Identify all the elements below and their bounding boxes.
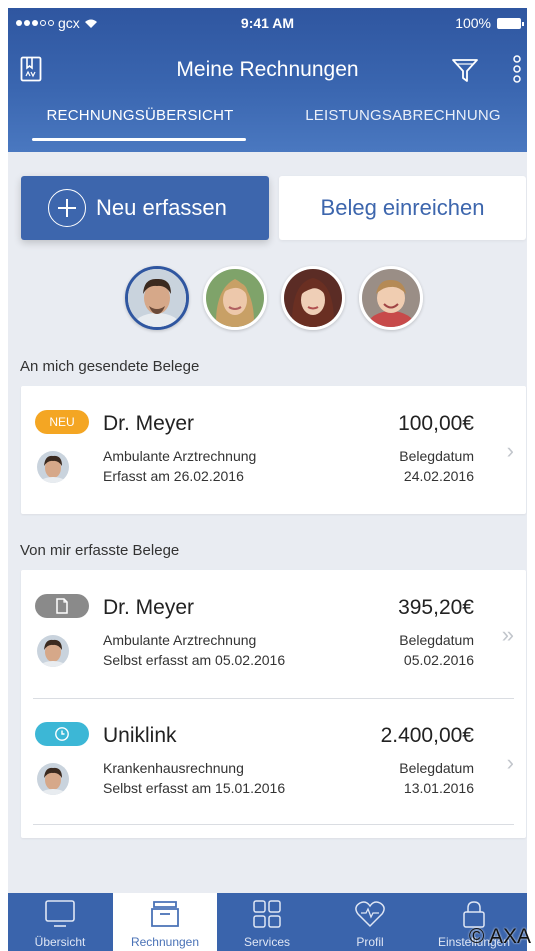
tab-leistungsabrechnung[interactable]: LEISTUNGSABRECHNUNG: [288, 104, 518, 152]
battery-icon: [497, 17, 524, 29]
entry-captured-date: Erfasst am 26.02.2016: [103, 468, 244, 484]
more-icon[interactable]: [511, 54, 523, 84]
tab-rechnungsuebersicht[interactable]: RECHNUNGSÜBERSICHT: [22, 104, 258, 152]
list-item[interactable]: NEU Dr. Meyer 100,00€ Ambulante Arztrech…: [21, 386, 526, 514]
new-entry-label: Neu erfassen: [96, 195, 227, 220]
status-time: 9:41 AM: [240, 15, 295, 31]
list-item[interactable]: Dr. Meyer 395,20€ Ambulante Arztrechnung…: [21, 570, 526, 698]
avatar-child[interactable]: [359, 266, 423, 330]
battery-percent: 100%: [455, 15, 491, 31]
document-icon: [56, 598, 68, 614]
header-tabs: RECHNUNGSÜBERSICHT LEISTUNGSABRECHNUNG: [8, 104, 527, 152]
tab-label: Profil: [356, 935, 384, 949]
avatar: [37, 451, 69, 483]
clock-icon: [55, 727, 69, 741]
entry-amount: 100,00€: [398, 412, 474, 435]
app-screen: gcx 9:41 AM 100% Meine Rechnungen RECHNU…: [8, 8, 527, 951]
active-tab-indicator: [32, 138, 246, 141]
divider: [33, 824, 514, 825]
chevron-right-icon: ›: [506, 438, 514, 463]
title-row: Meine Rechnungen: [8, 52, 527, 88]
submit-receipt-button[interactable]: Beleg einreichen: [279, 176, 526, 240]
section-received-label: An mich gesendete Belege: [20, 358, 200, 375]
avatar-man[interactable]: [125, 266, 189, 330]
receipt-date-label: Belegdatum: [399, 448, 474, 464]
tab-label: Services: [243, 935, 290, 949]
inbox-icon: [151, 901, 179, 927]
family-avatars: [125, 266, 423, 330]
entry-amount: 2.400,00€: [380, 724, 474, 747]
avatar-woman-brunette[interactable]: [281, 266, 345, 330]
receipt-date-value: 05.02.2016: [403, 652, 474, 668]
tab-label: Übersicht: [34, 935, 86, 949]
status-badge: NEU: [35, 410, 89, 434]
bottom-tab-bar: Übersicht Rechnungen Services Profil Ein…: [8, 893, 527, 951]
status-badge: [35, 594, 89, 618]
receipt-date-label: Belegdatum: [399, 632, 474, 648]
woman-portrait-icon: [284, 269, 342, 327]
receipt-date-value: 24.02.2016: [403, 468, 474, 484]
received-list: NEU Dr. Meyer 100,00€ Ambulante Arztrech…: [21, 386, 526, 514]
copyright-watermark: © AXA: [468, 925, 531, 948]
receipt-date-value: 13.01.2016: [403, 780, 474, 796]
avatar-woman-blonde[interactable]: [203, 266, 267, 330]
new-entry-button[interactable]: Neu erfassen: [21, 176, 269, 240]
battery-status: 100%: [455, 15, 524, 31]
section-own-label: Von mir erfasste Belege: [20, 542, 180, 559]
man-portrait-icon: [37, 451, 69, 483]
entry-type: Ambulante Arztrechnung: [103, 632, 257, 648]
entry-type: Krankenhausrechnung: [103, 760, 244, 776]
tab-rechnungen[interactable]: Rechnungen: [113, 893, 217, 951]
man-portrait-icon: [37, 635, 69, 667]
entry-amount: 395,20€: [398, 596, 474, 619]
child-portrait-icon: [362, 269, 420, 327]
heart-pulse-icon: [355, 901, 385, 928]
tab-label: Rechnungen: [130, 935, 200, 949]
entry-captured-date: Selbst erfasst am 15.01.2016: [103, 780, 286, 796]
tab-profil[interactable]: Profil: [318, 893, 422, 951]
avatar: [37, 635, 69, 667]
grid-icon: [253, 900, 281, 928]
status-badge: [35, 722, 89, 746]
man-portrait-icon: [128, 269, 186, 327]
monitor-icon: [45, 900, 75, 927]
chevron-right-icon: ›: [506, 750, 514, 775]
man-portrait-icon: [37, 763, 69, 795]
page-title: Meine Rechnungen: [176, 58, 359, 81]
plus-circle-icon: [48, 189, 86, 227]
tab-services[interactable]: Services: [215, 893, 319, 951]
list-item[interactable]: Uniklink 2.400,00€ Krankenhausrechnung S…: [21, 698, 526, 826]
own-list: Dr. Meyer 395,20€ Ambulante Arztrechnung…: [21, 570, 526, 838]
receipt-date-label: Belegdatum: [399, 760, 474, 776]
header: gcx 9:41 AM 100% Meine Rechnungen RECHNU…: [8, 8, 527, 152]
tab-uebersicht[interactable]: Übersicht: [8, 893, 112, 951]
status-bar: gcx 9:41 AM 100%: [8, 8, 527, 38]
entry-type: Ambulante Arztrechnung: [103, 448, 257, 464]
entry-name: Dr. Meyer: [103, 596, 195, 619]
woman-portrait-icon: [206, 269, 264, 327]
entry-captured-date: Selbst erfasst am 05.02.2016: [103, 652, 286, 668]
filter-icon[interactable]: [451, 56, 479, 84]
double-chevron-right-icon: »: [501, 622, 514, 647]
entry-name: Uniklink: [103, 724, 177, 747]
avatar: [37, 763, 69, 795]
entry-name: Dr. Meyer: [103, 412, 195, 435]
